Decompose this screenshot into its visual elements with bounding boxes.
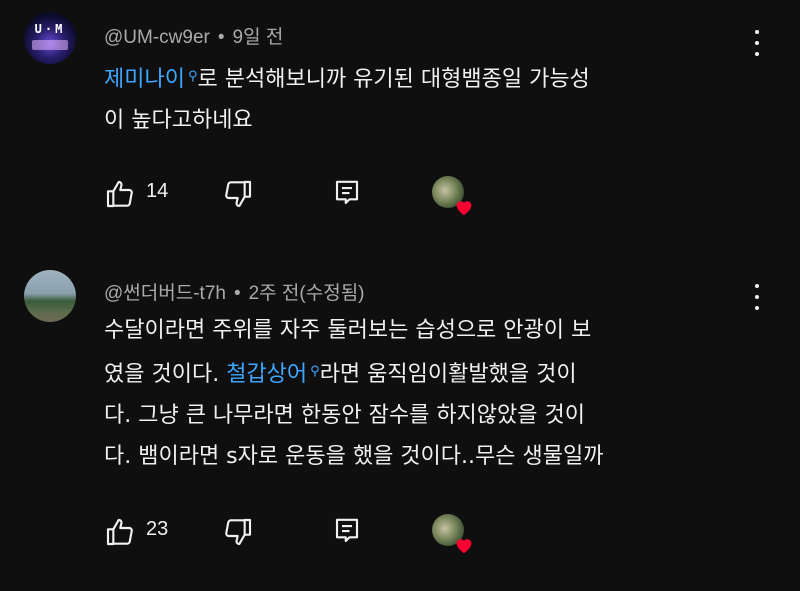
like-button[interactable] xyxy=(104,516,136,552)
avatar-sub-banner xyxy=(32,40,68,50)
thumbs-up-icon xyxy=(106,518,133,546)
reply-button[interactable] xyxy=(332,516,362,550)
search-link-label: 철갑상어 xyxy=(226,362,308,387)
thumbs-down-icon xyxy=(225,518,252,546)
like-button[interactable] xyxy=(104,178,136,214)
comment-text-line: 이 높다고하네요 xyxy=(104,108,253,133)
dislike-button[interactable] xyxy=(222,516,254,552)
comment-meta: @UM-cw9er • 9일 전 xyxy=(104,22,283,49)
author-name[interactable]: @UM-cw9er xyxy=(104,27,210,48)
comment-text: 제미나이 ⚲로 분석해보니까 유기된 대형뱀종일 가능성 이 높다고하네요 xyxy=(104,56,744,141)
comment-time[interactable]: 9일 전 xyxy=(233,27,284,48)
comment-text-line: 다. 그냥 큰 나무라면 한동안 잠수를 하지않았을 것이 xyxy=(104,403,585,428)
comment-text-line: 다. 뱀이라면 s자로 운동을 했을 것이다..무슨 생물일까 xyxy=(104,444,604,469)
search-icon: ⚲ xyxy=(187,69,198,84)
like-count: 23 xyxy=(146,518,169,540)
comment-text: 수달이라면 주위를 자주 둘러보는 습성으로 안광이 보 였을 것이다. 철갑상… xyxy=(104,310,744,477)
heart-icon xyxy=(456,539,472,554)
avatar[interactable]: U·M xyxy=(24,12,76,64)
reply-icon xyxy=(335,518,359,543)
reply-button[interactable] xyxy=(332,178,362,212)
heart-icon xyxy=(456,201,472,216)
thumbs-down-icon xyxy=(225,180,252,208)
dislike-button[interactable] xyxy=(222,178,254,214)
like-count: 14 xyxy=(146,180,169,202)
comment-text-line: 로 분석해보니까 유기된 대형뱀종일 가능성 xyxy=(197,67,590,92)
search-link-label: 제미나이 xyxy=(104,67,185,92)
comment-meta: @썬더버드-t7h • 2주 전(수정됨) xyxy=(104,278,365,305)
more-vert-icon[interactable] xyxy=(754,30,760,56)
creator-heart-icon[interactable] xyxy=(432,514,472,554)
avatar[interactable] xyxy=(24,270,76,322)
comment-text-line: 라면 움직임이활발했을 것이 xyxy=(319,362,577,387)
creator-heart-icon[interactable] xyxy=(432,176,472,216)
avatar-text: U·M xyxy=(34,22,66,36)
comment-text-line: 였을 것이다. xyxy=(104,362,227,387)
meta-separator: • xyxy=(233,283,241,304)
search-link[interactable]: 제미나이 ⚲ xyxy=(104,67,198,92)
comment-time[interactable]: 2주 전(수정됨) xyxy=(249,283,365,304)
search-icon: ⚲ xyxy=(310,364,320,379)
comment-actions: 23 xyxy=(104,514,504,554)
meta-separator: • xyxy=(217,27,225,48)
comment-actions: 14 xyxy=(104,176,504,216)
more-vert-icon[interactable] xyxy=(754,284,760,310)
reply-icon xyxy=(335,180,359,205)
author-name[interactable]: @썬더버드-t7h xyxy=(104,283,226,304)
comment-text-line: 수달이라면 주위를 자주 둘러보는 습성으로 안광이 보 xyxy=(104,318,592,343)
thumbs-up-icon xyxy=(106,180,133,208)
search-link[interactable]: 철갑상어 ⚲ xyxy=(226,362,320,387)
